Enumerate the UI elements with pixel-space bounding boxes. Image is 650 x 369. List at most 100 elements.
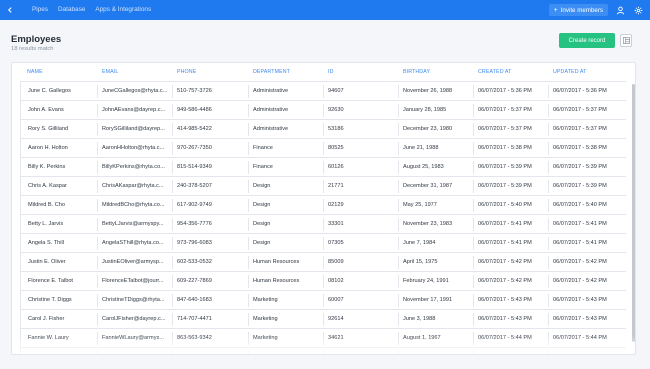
- table-row[interactable]: Fannie W. Laury FannieWLaury@armys... 863-…: [20, 329, 626, 348]
- table-row[interactable]: Christine T. Diggs ChristineTDiggs@rhyta.…: [20, 291, 626, 310]
- cell-updated-at: 06/07/2017 - 5:41 PM: [553, 221, 607, 227]
- column-separator: [398, 123, 399, 136]
- column-separator: [97, 142, 98, 155]
- table-row[interactable]: John A. Evans JohnAEvans@dayrep.c... 949-5…: [20, 101, 626, 120]
- table-row[interactable]: Justin E. Oliver JustinEOliver@armysp... 6…: [20, 253, 626, 272]
- column-separator: [248, 180, 249, 193]
- layout-toggle-button[interactable]: [620, 34, 632, 47]
- cell-department: Design: [253, 183, 271, 189]
- cell-email: BettyLJarvis@armyspy...: [102, 221, 164, 227]
- cell-department: Human Resources: [253, 278, 300, 284]
- vertical-scrollbar[interactable]: [632, 84, 635, 342]
- cell-birthday: August 1, 1967: [403, 335, 441, 341]
- column-separator: [97, 237, 98, 250]
- cell-email: RorySGilliland@dayrep...: [102, 126, 165, 132]
- cell-email: JustinEOliver@armysp...: [102, 259, 164, 265]
- column-separator: [473, 218, 474, 231]
- cell-department: Administrative: [253, 88, 289, 94]
- cell-department: Sales: [253, 348, 323, 354]
- table-row[interactable]: Rory S. Gilliland RorySGilliland@dayrep..…: [20, 120, 626, 139]
- column-separator: [323, 237, 324, 250]
- cell-created-at: 06/07/2017 - 5:44 PM: [478, 335, 532, 341]
- cell-department: Finance: [253, 164, 273, 170]
- cell-name: Carol J. Fisher: [20, 310, 92, 329]
- column-separator: [172, 85, 173, 98]
- cell-created-at: 06/07/2017 - 5:42 PM: [478, 278, 532, 284]
- settings-button[interactable]: [633, 5, 644, 16]
- employees-table: NAME EMAIL PHONE DEPARTMENT ID BIRTHDAY …: [11, 62, 636, 355]
- chevron-left-icon: [8, 7, 12, 13]
- cell-email: CarolJFisher@dayrep.c...: [102, 316, 166, 322]
- cell-phone: 970-267-7350: [177, 145, 212, 151]
- table-row[interactable]: Billy K. Perkins BillyKPerkins@rhyta.co..…: [20, 158, 626, 177]
- nav-item-database[interactable]: Database: [58, 0, 85, 20]
- column-separator: [172, 275, 173, 288]
- column-header-created-at[interactable]: CREATED AT: [478, 69, 511, 75]
- cell-birthday: June 7, 1984: [403, 240, 436, 246]
- back-arrow-icon[interactable]: [0, 0, 20, 20]
- cell-updated-at: 06/07/2017 - 5:45 PM: [553, 348, 623, 354]
- cell-email: BillyKPerkins@rhyta.co...: [102, 164, 165, 170]
- table-row[interactable]: Blake S. Klein BlakeSKlein@journapid... 81…: [20, 348, 626, 354]
- cell-birthday: May 25, 1977: [403, 202, 437, 208]
- profile-button[interactable]: [615, 5, 626, 16]
- table-row[interactable]: Mildred B. Cho MildredBCho@rhyta.co... 617…: [20, 196, 626, 215]
- column-separator: [398, 237, 399, 250]
- column-separator: [548, 218, 549, 231]
- top-bar: Pipes Database Apps & Integrations + Inv…: [0, 0, 650, 20]
- cell-email: BlakeSKlein@journapid...: [102, 348, 172, 354]
- cell-id: 60126: [328, 164, 344, 170]
- table-header: NAME EMAIL PHONE DEPARTMENT ID BIRTHDAY …: [12, 63, 635, 80]
- invite-members-button[interactable]: + Invite members: [548, 4, 608, 16]
- cell-name: Justin E. Oliver: [20, 253, 92, 272]
- column-header-phone[interactable]: PHONE: [177, 69, 196, 75]
- table-row[interactable]: Angela S. Thill AngelaSThill@rhyta.co... 9…: [20, 234, 626, 253]
- column-separator: [172, 332, 173, 345]
- column-header-department[interactable]: DEPARTMENT: [253, 69, 290, 75]
- column-separator: [473, 275, 474, 288]
- cell-updated-at: 06/07/2017 - 5:44 PM: [553, 335, 607, 341]
- top-right-actions: + Invite members: [548, 0, 644, 20]
- column-header-birthday[interactable]: BIRTHDAY: [403, 69, 430, 75]
- column-separator: [97, 218, 98, 231]
- table-row[interactable]: Chris A. Kaspar ChrisAKaspar@rhyta.c... 24…: [20, 177, 626, 196]
- nav-item-apps-integrations[interactable]: Apps & Integrations: [95, 0, 151, 20]
- column-separator: [248, 85, 249, 98]
- table-row[interactable]: Betty L. Jarvis BettyLJarvis@armyspy... 95…: [20, 215, 626, 234]
- cell-created-at: 06/07/2017 - 5:41 PM: [478, 221, 532, 227]
- column-separator: [97, 294, 98, 307]
- column-separator: [323, 351, 324, 354]
- create-record-button[interactable]: Create record: [559, 33, 615, 48]
- cell-id: 80525: [328, 145, 344, 151]
- table-row[interactable]: Aaron H. Holton AaronHHolton@rhyta.c... 97…: [20, 139, 626, 158]
- cell-birthday: November 17, 1991: [403, 297, 453, 303]
- table-row[interactable]: Carol J. Fisher CarolJFisher@dayrep.c... 7…: [20, 310, 626, 329]
- cell-updated-at: 06/07/2017 - 5:43 PM: [553, 316, 607, 322]
- column-separator: [248, 256, 249, 269]
- cell-birthday: November 23, 1983: [403, 221, 453, 227]
- column-header-id[interactable]: ID: [328, 69, 334, 75]
- cell-phone: 602-533-0532: [177, 259, 212, 265]
- cell-name: Rory S. Gilliland: [20, 120, 92, 139]
- cell-updated-at: 06/07/2017 - 5:40 PM: [553, 202, 607, 208]
- cell-name: Blake S. Klein: [20, 348, 92, 354]
- cell-department: Marketing: [253, 297, 278, 303]
- nav-item-pipes[interactable]: Pipes: [32, 0, 48, 20]
- cell-email: AaronHHolton@rhyta.c...: [102, 145, 165, 151]
- cell-birthday: December 23, 1980: [403, 126, 453, 132]
- column-separator: [398, 85, 399, 98]
- column-header-name[interactable]: NAME: [27, 69, 43, 75]
- column-header-updated-at[interactable]: UPDATED AT: [553, 69, 586, 75]
- column-header-email[interactable]: EMAIL: [102, 69, 118, 75]
- cell-created-at: 06/07/2017 - 5:40 PM: [478, 202, 532, 208]
- column-separator: [548, 104, 549, 117]
- column-separator: [398, 218, 399, 231]
- table-row[interactable]: June C. Gallegos JuneCGallegos@rhyta.c...…: [20, 82, 626, 101]
- column-separator: [172, 294, 173, 307]
- column-separator: [473, 351, 474, 354]
- cell-name: Aaron H. Holton: [20, 139, 92, 158]
- invite-members-label: Invite members: [560, 6, 603, 14]
- column-separator: [398, 332, 399, 345]
- table-row[interactable]: Florence E. Talbot FlorenceETalbot@jourr.…: [20, 272, 626, 291]
- column-separator: [323, 256, 324, 269]
